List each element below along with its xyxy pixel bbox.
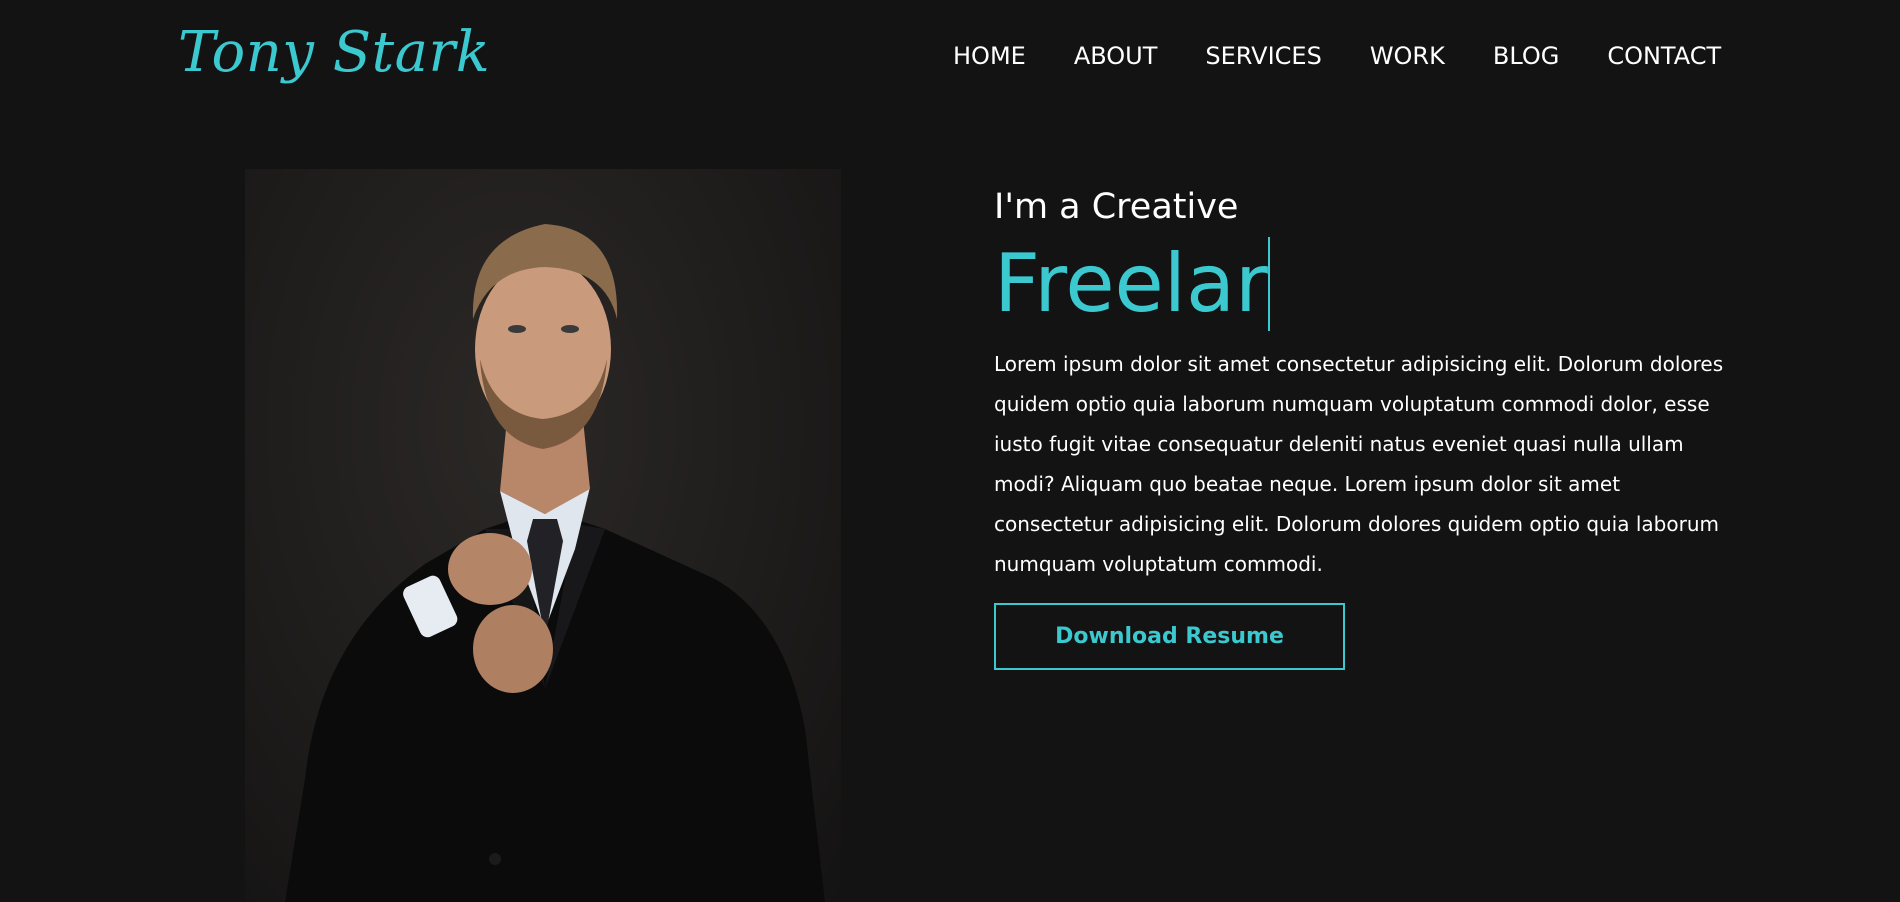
nav-item-services[interactable]: SERVICES [1205,42,1321,70]
nav-item-home[interactable]: HOME [953,42,1026,70]
nav-item-about[interactable]: ABOUT [1074,42,1158,70]
nav-item-contact[interactable]: CONTACT [1607,42,1721,70]
nav-item-blog[interactable]: BLOG [1493,42,1559,70]
hero-description: Lorem ipsum dolor sit amet consectetur a… [994,352,1724,576]
typed-heading: Freelar [994,236,1724,332]
hero-subtitle: I'm a Creative [994,187,1239,227]
profile-photo [245,169,841,902]
page: Tony Stark HOME ABOUT SERVICES WORK BLOG… [0,0,1900,902]
typed-text: Freelar [994,237,1268,330]
download-resume-button[interactable]: Download Resume [994,603,1345,670]
main-nav: HOME ABOUT SERVICES WORK BLOG CONTACT [953,42,1721,70]
site-logo[interactable]: Tony Stark [178,20,490,85]
nav-item-work[interactable]: WORK [1370,42,1445,70]
typing-cursor [1267,237,1270,331]
hero-section: I'm a Creative Freelar Lorem ipsum dolor… [994,183,1724,604]
portrait-illustration [285,224,825,902]
